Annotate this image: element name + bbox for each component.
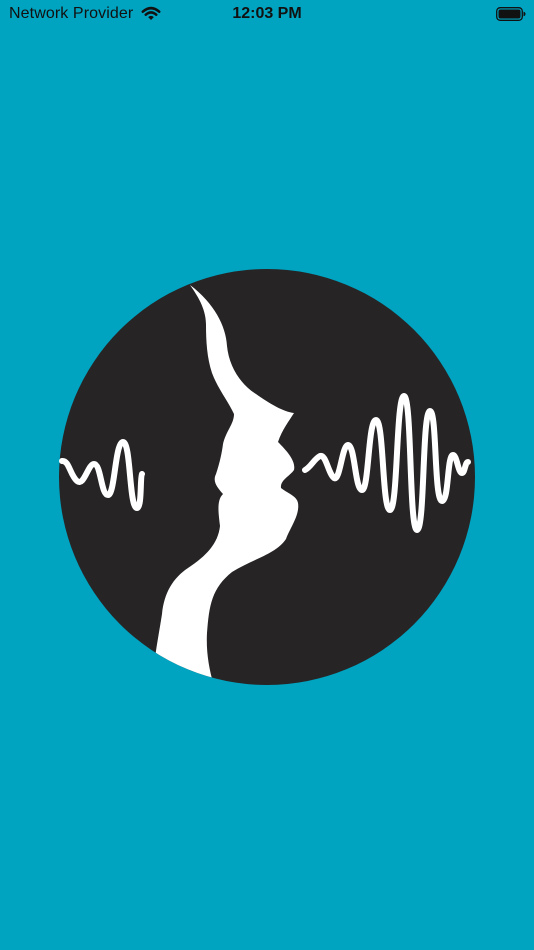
app-logo (58, 268, 476, 686)
status-bar: Network Provider 12:03 PM (0, 0, 534, 30)
status-time: 12:03 PM (232, 5, 302, 22)
battery-icon (496, 7, 526, 21)
